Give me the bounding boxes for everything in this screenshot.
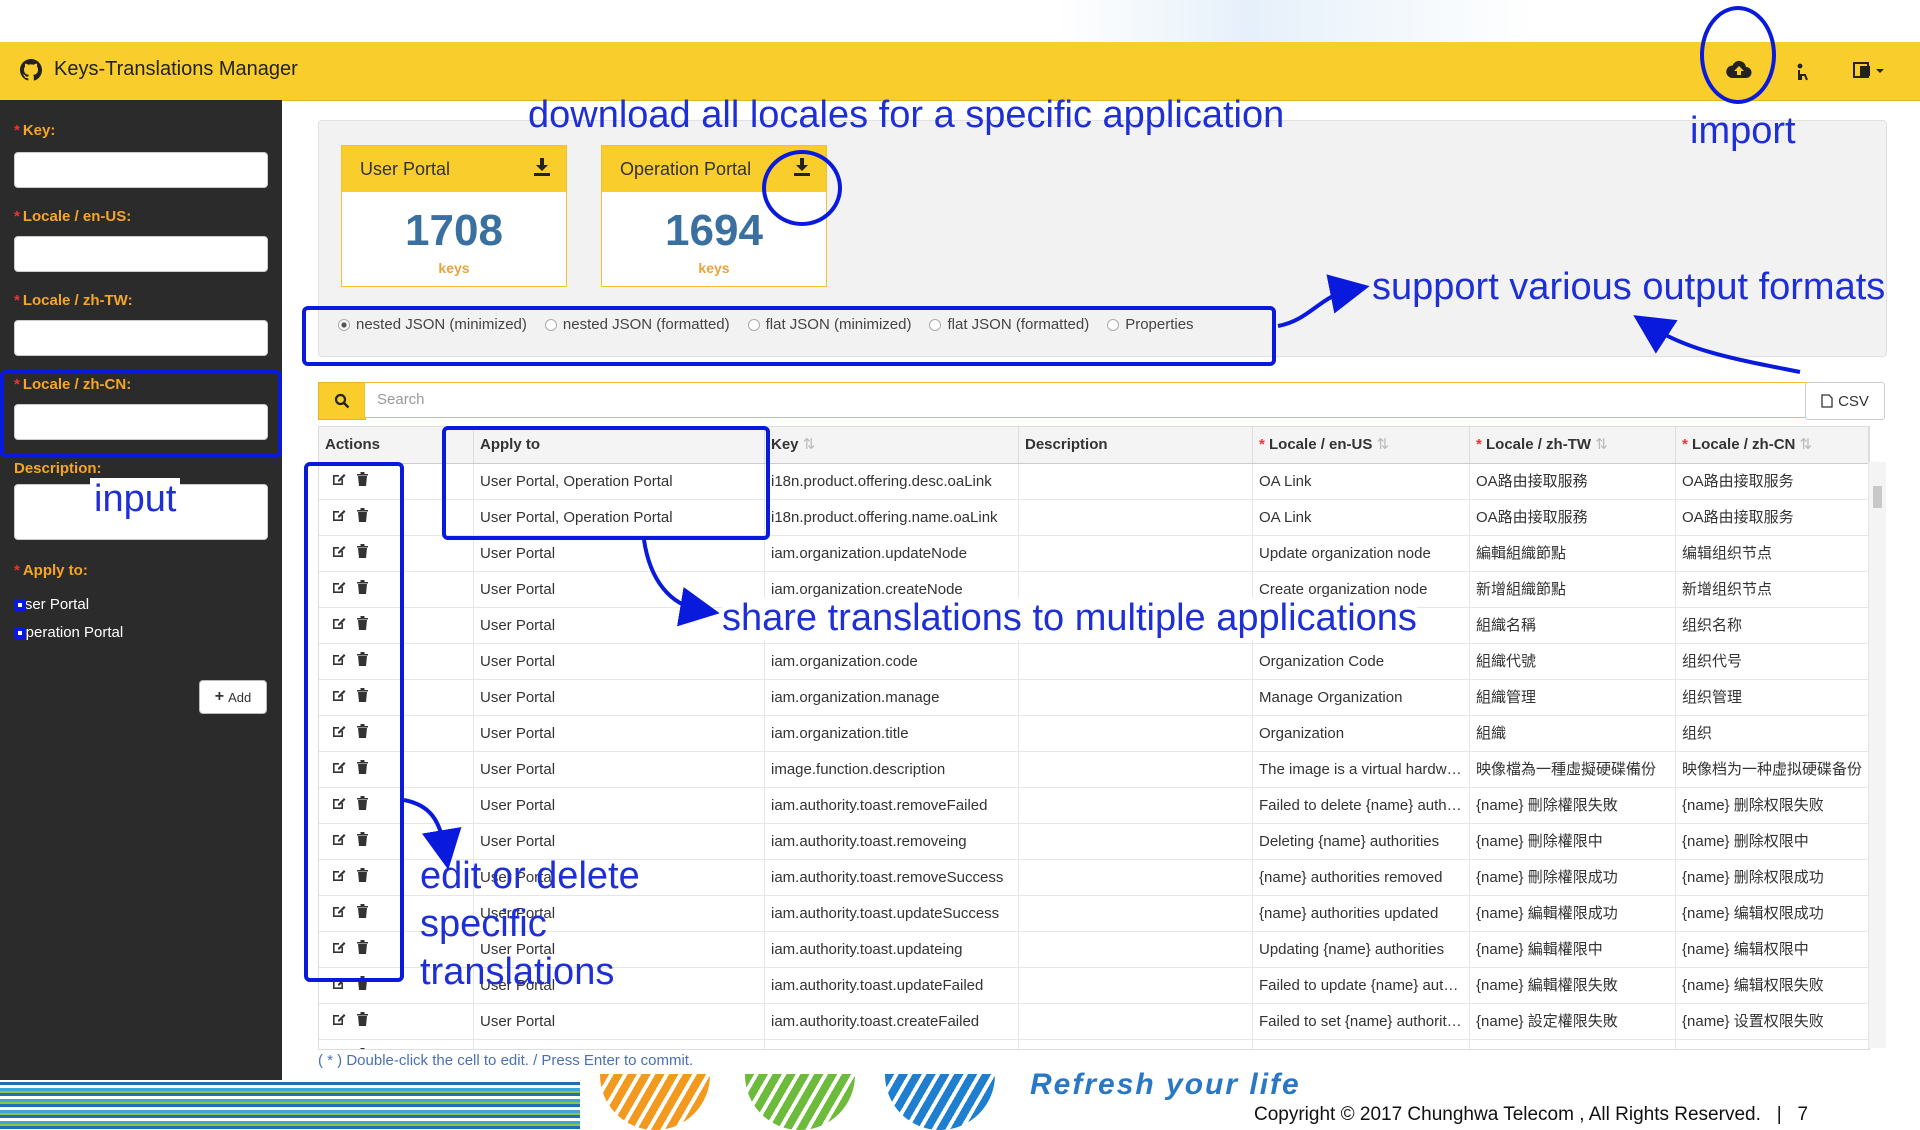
annotation-arrows xyxy=(403,274,1801,870)
